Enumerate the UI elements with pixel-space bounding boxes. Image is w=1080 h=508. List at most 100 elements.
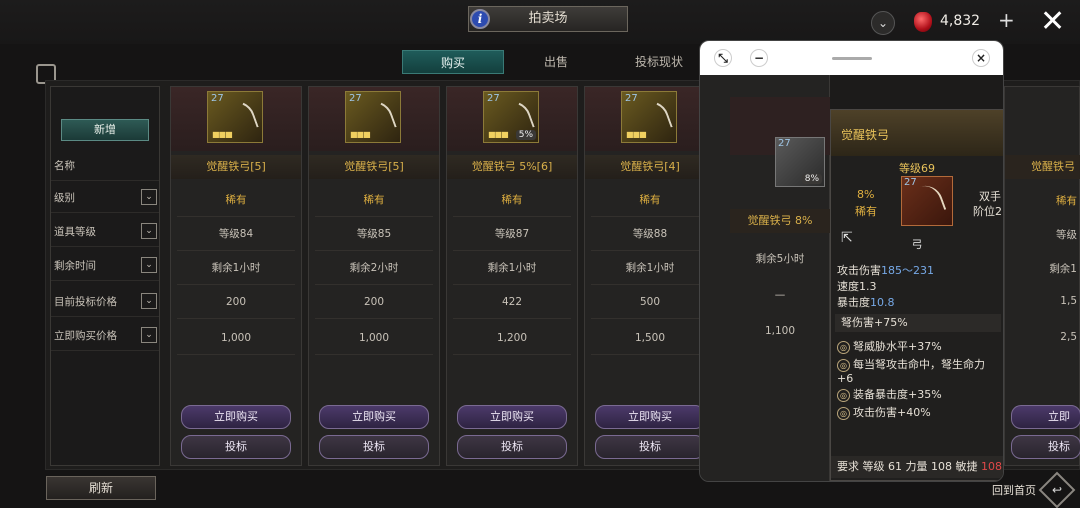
item-rarity: 稀有: [315, 183, 433, 217]
buy-now-button[interactable]: 立即购买: [457, 405, 567, 429]
time-left: 剩余1小时: [177, 251, 295, 285]
filter-time-left[interactable]: 剩余时间 ⌄: [51, 251, 159, 281]
filter-buyout-price[interactable]: 立即购买价格 ⌄: [51, 321, 159, 351]
bid-button[interactable]: 投标: [595, 435, 705, 459]
bid-button[interactable]: 投标: [181, 435, 291, 459]
back-to-home-label[interactable]: 回到首页: [992, 482, 1036, 498]
buy-now-button[interactable]: 立即购买: [181, 405, 291, 429]
buy-now-button[interactable]: 立即购买: [319, 405, 429, 429]
bow-item-icon[interactable]: 27 ■■■: [207, 91, 263, 143]
buy-now-button[interactable]: 立即购买: [595, 405, 705, 429]
bow-item-icon[interactable]: 27 8%: [775, 137, 825, 187]
affix-row: ◎ 攻击伤害+40%: [837, 404, 1001, 420]
current-bid: 422: [453, 285, 571, 319]
auction-card[interactable]: 27 ■■■ 5% 觉醒铁弓 5%[6] 稀有 等级87 剩余1小时 422 1,2…: [446, 86, 578, 466]
item-name: 觉醒铁弓[5]: [309, 155, 439, 179]
item-name: 觉醒铁弓: [1005, 155, 1080, 179]
auction-card[interactable]: 27 ■■■ 觉醒铁弓[4] 稀有 等级88 剩余1小时 500 1,500 立即…: [584, 86, 716, 466]
stat-label: 暴击度: [837, 296, 870, 309]
item-rarity: 稀有: [1056, 195, 1077, 207]
time-left: 剩余1: [1049, 263, 1077, 275]
stat-label: 速度: [837, 280, 859, 293]
add-currency-button[interactable]: +: [998, 8, 1015, 32]
affix-text: 装备暴击度+35%: [853, 388, 942, 401]
item-level: 等级85: [315, 217, 433, 251]
back-icon[interactable]: ↩: [1038, 471, 1076, 508]
buyout-price: 1,200: [453, 321, 571, 355]
drag-handle[interactable]: [832, 57, 872, 60]
item-name: 觉醒铁弓 5%[6]: [447, 155, 577, 179]
requirements: 要求 等级 61 力量 108 敏捷 108: [831, 456, 1003, 478]
minimize-icon[interactable]: −: [750, 49, 768, 67]
affix-icon: ◎: [837, 340, 850, 354]
close-button[interactable]: ✕: [1040, 4, 1065, 39]
tab-sell[interactable]: 出售: [505, 50, 607, 74]
bonus-percent-badge: 8%: [801, 174, 822, 184]
chevron-down-icon[interactable]: ⌄: [871, 11, 895, 35]
chevron-down-icon[interactable]: ⌄: [141, 189, 157, 205]
affix-row: ◎ 装备暴击度+35%: [837, 386, 1001, 402]
chevron-down-icon[interactable]: ⌄: [141, 293, 157, 309]
time-left: 剩余2小时: [315, 251, 433, 285]
item-level: 等级88: [591, 217, 709, 251]
affix-text: 攻击伤害+40%: [853, 406, 931, 419]
socket-slots-icon: ■■■: [626, 130, 647, 139]
chevron-down-icon[interactable]: ⌄: [141, 257, 157, 273]
floating-window[interactable]: ⤡ − × 27 8% 觉醒铁弓 8% 剩余5小时 — 1,100 取消 觉醒铁…: [699, 40, 1004, 482]
filter-current-bid[interactable]: 目前投标价格 ⌄: [51, 287, 159, 317]
implicit-affix: 弩伤害+75%: [835, 314, 1001, 332]
refresh-button[interactable]: 刷新: [46, 476, 156, 500]
tooltip-header: 觉醒铁弓: [831, 110, 1003, 156]
bid-button[interactable]: 投标: [319, 435, 429, 459]
filter-label: 级别: [54, 192, 75, 204]
bow-item-icon: 27: [901, 176, 953, 226]
filter-name[interactable]: 名称: [51, 151, 159, 181]
page-title: 拍卖场: [468, 6, 628, 32]
close-icon[interactable]: ×: [972, 49, 990, 67]
item-level-badge: 27: [778, 138, 791, 149]
new-filter-button[interactable]: 新增: [61, 119, 149, 141]
tooltip-rarity: 稀有: [855, 205, 877, 218]
tab-buy[interactable]: 购买: [402, 50, 504, 74]
filter-label: 名称: [54, 160, 75, 172]
auction-card[interactable]: 27 ■■■ 觉醒铁弓[5] 稀有 等级85 剩余2小时 200 1,000 立即…: [308, 86, 440, 466]
stat-value: 10.8: [870, 296, 895, 309]
req-level: 61: [888, 460, 902, 473]
tooltip-quality-percent: 8%: [857, 188, 875, 201]
time-left: 剩余1小时: [591, 251, 709, 285]
item-name: 觉醒铁弓[4]: [585, 155, 715, 179]
auction-card-behind[interactable]: 27 8% 觉醒铁弓 8% 剩余5小时 — 1,100 取消: [700, 75, 830, 481]
info-icon[interactable]: i: [470, 9, 490, 29]
buy-now-button[interactable]: 立即: [1011, 405, 1080, 429]
auction-card-partial[interactable]: 觉醒铁弓 稀有 等级 剩余1 1,5 2,5 立即 投标: [1004, 86, 1080, 466]
buyout-price: 1,000: [315, 321, 433, 355]
bow-item-icon[interactable]: 27 ■■■: [621, 91, 677, 143]
req-dex-label: 敏捷: [955, 460, 978, 473]
affix-text: 弩威胁水平+37%: [853, 340, 942, 353]
bow-item-icon[interactable]: 27 ■■■: [345, 91, 401, 143]
affix-text: 每当弩攻击命中，弩生命力+6: [837, 358, 985, 385]
bid-button[interactable]: 投标: [457, 435, 567, 459]
chevron-down-icon[interactable]: ⌄: [141, 327, 157, 343]
chevron-down-icon[interactable]: ⌄: [141, 223, 157, 239]
item-tooltip: 觉醒铁弓 等级69 8% 稀有 27 双手 阶位2 ⇱ 弓 攻击伤害185～23…: [830, 109, 1003, 481]
bid-button[interactable]: 投标: [1011, 435, 1080, 459]
affix-row: ◎ 弩威胁水平+37%: [837, 338, 1001, 354]
resize-icon[interactable]: ⤡: [714, 49, 732, 67]
stat-value: 1.3: [859, 280, 877, 293]
red-gem-currency-icon: [914, 12, 932, 32]
filter-item-level[interactable]: 道具等级 ⌄: [51, 217, 159, 247]
req-str-label: 力量: [905, 460, 928, 473]
affix-icon: ◎: [837, 406, 850, 420]
bow-item-icon[interactable]: 27 ■■■ 5%: [483, 91, 539, 143]
item-name: 觉醒铁弓 8%: [730, 209, 830, 233]
current-bid: 200: [315, 285, 433, 319]
top-bar: 拍卖场 i ⌄ 4,832 + ✕: [0, 0, 1080, 44]
tab-bid-status[interactable]: 投标现状: [608, 50, 710, 74]
filter-level[interactable]: 级别 ⌄: [51, 183, 159, 213]
auction-card[interactable]: 27 ■■■ 觉醒铁弓[5] 稀有 等级84 剩余1小时 200 1,000 立即…: [170, 86, 302, 466]
item-level: 等级87: [453, 217, 571, 251]
affix-icon: ◎: [837, 358, 850, 372]
item-level-badge: 27: [904, 177, 917, 188]
floating-window-titlebar[interactable]: ⤡ − ×: [700, 41, 1003, 75]
